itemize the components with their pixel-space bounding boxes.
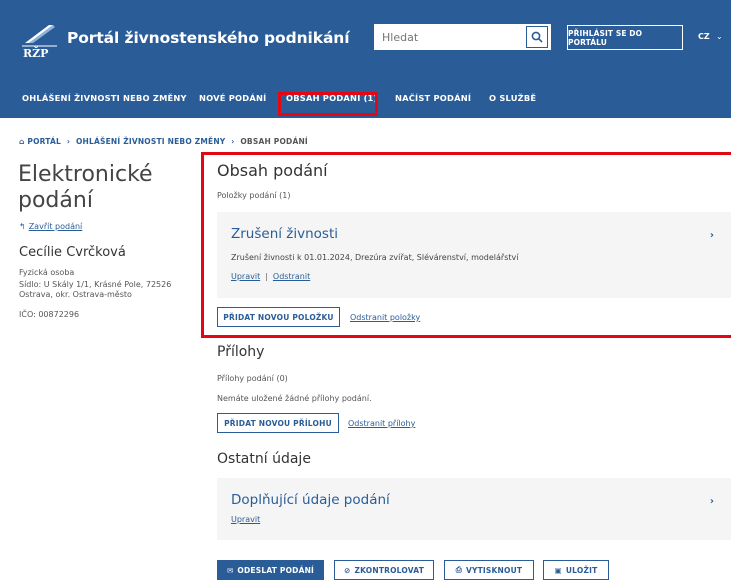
breadcrumb: ⌂ PORTÁL › OHLÁŠENÍ ŽIVNOSTI NEBO ZMĚNY …: [19, 137, 308, 146]
person-address: Sídlo: U Skály 1/1, Krásné Pole, 72526 O…: [19, 280, 172, 299]
print-button[interactable]: ⎙ VYTISKNOUT: [444, 560, 534, 580]
back-arrow-icon: ↰: [19, 222, 26, 231]
nav-highlight-frame: [278, 92, 378, 116]
breadcrumb-ohlaseni[interactable]: OHLÁŠENÍ ŽIVNOSTI NEBO ZMĚNY: [76, 137, 225, 146]
send-button[interactable]: ✉ ODESLAT PODÁNÍ: [217, 560, 324, 580]
additional-data-card[interactable]: Doplňující údaje podání › Upravit: [217, 478, 731, 540]
person-ico: IČO: 00872296: [19, 310, 80, 319]
attachments-count: Přílohy podání (0): [217, 374, 288, 383]
highlight-frame: [201, 152, 731, 338]
nav-item-ohlaseni[interactable]: OHLÁŠENÍ ŽIVNOSTI NEBO ZMĚNY: [22, 93, 187, 103]
edit-additional-data-link[interactable]: Upravit: [231, 515, 260, 524]
logo-text: RŽP: [23, 46, 48, 59]
save-label: ULOŽIT: [565, 565, 598, 575]
search-box: [374, 24, 551, 50]
person-type: Fyzická osoba: [19, 268, 75, 277]
logo[interactable]: RŽP: [19, 21, 59, 60]
print-label: VYTISKNOUT: [465, 565, 523, 575]
breadcrumb-portal[interactable]: PORTÁL: [27, 137, 61, 146]
additional-data-actions: Upravit: [231, 515, 260, 524]
printer-icon: ⎙: [455, 565, 462, 574]
search-input[interactable]: [375, 25, 525, 49]
check-circle-icon: ⊘: [343, 565, 351, 575]
chevron-right-icon[interactable]: ›: [710, 496, 714, 507]
send-label: ODESLAT PODÁNÍ: [237, 565, 315, 575]
save-button[interactable]: ▣ ULOŽIT: [543, 560, 609, 580]
close-submission-label: Zavřít podání: [28, 222, 83, 231]
add-attachment-button[interactable]: PŘIDAT NOVOU PŘÍLOHU: [217, 413, 339, 433]
login-button[interactable]: PŘIHLÁSIT SE DO PORTÁLU: [567, 25, 683, 50]
person-name: Cecílie Cvrčková: [19, 245, 126, 260]
portal-title[interactable]: Portál živnostenského podnikání: [67, 29, 350, 47]
attachments-empty: Nemáte uložené žádné přílohy podání.: [217, 394, 372, 403]
language-selector[interactable]: CZ: [698, 32, 710, 41]
search-button[interactable]: [526, 26, 548, 48]
other-title: Ostatní údaje: [217, 451, 311, 467]
logo-icon: RŽP: [22, 25, 57, 60]
breadcrumb-current: OBSAH PODÁNÍ: [240, 137, 308, 146]
floppy-icon: ▣: [554, 565, 562, 575]
chevron-down-icon[interactable]: ⌄: [716, 32, 723, 41]
nav-item-nacist-podani[interactable]: NAČÍST PODÁNÍ: [395, 93, 471, 103]
search-icon: [531, 31, 543, 43]
nav-item-o-sluzbe[interactable]: O SLUŽBĚ: [489, 93, 536, 103]
check-label: ZKONTROLOVAT: [354, 565, 425, 575]
close-submission-link[interactable]: ↰ Zavřít podání: [19, 222, 82, 231]
breadcrumb-separator: ›: [231, 137, 235, 146]
additional-data-title[interactable]: Doplňující údaje podání: [231, 492, 390, 508]
remove-attachments-link[interactable]: Odstranit přílohy: [348, 419, 415, 428]
breadcrumb-separator: ›: [66, 137, 71, 146]
attachments-title: Přílohy: [217, 344, 265, 360]
page-title: Elektronické podání: [18, 162, 153, 213]
check-button[interactable]: ⊘ ZKONTROLOVAT: [334, 560, 434, 580]
header: RŽP Portál živnostenského podnikání PŘIH…: [0, 0, 731, 80]
nav-item-nove-podani[interactable]: NOVÉ PODÁNÍ: [199, 93, 266, 103]
envelope-icon: ✉: [226, 565, 234, 575]
home-icon[interactable]: ⌂: [19, 137, 25, 146]
